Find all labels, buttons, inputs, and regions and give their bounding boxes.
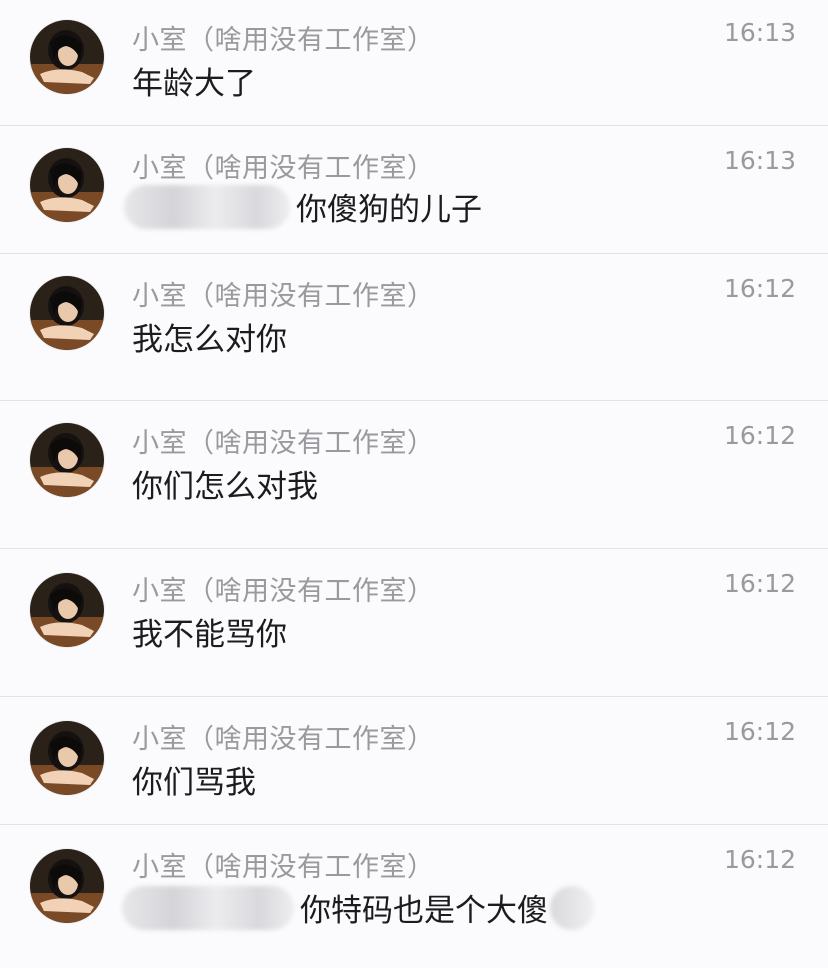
message-text: 你特码也是个大傻 bbox=[122, 885, 594, 930]
message-item[interactable]: 小室（啥用没有工作室） 16:13 你傻狗的儿子 bbox=[0, 126, 828, 254]
sender-name: 小室（啥用没有工作室） bbox=[132, 428, 435, 459]
user-avatar-photo-icon bbox=[30, 423, 104, 497]
message-text: 年龄大了 bbox=[132, 58, 256, 103]
message-body: 你特码也是个大傻 bbox=[300, 893, 548, 929]
sender-name: 小室（啥用没有工作室） bbox=[132, 25, 435, 56]
message-time: 16:13 bbox=[723, 18, 796, 47]
message-time: 16:12 bbox=[723, 274, 796, 303]
message-item[interactable]: 小室（啥用没有工作室） 16:12 我不能骂你 bbox=[0, 549, 828, 697]
sender-name: 小室（啥用没有工作室） bbox=[132, 576, 435, 607]
message-text: 你们怎么对我 bbox=[132, 461, 318, 506]
message-body: 我怎么对你 bbox=[132, 322, 287, 358]
message-body: 年龄大了 bbox=[132, 66, 256, 102]
sender-name: 小室（啥用没有工作室） bbox=[132, 281, 435, 312]
redacted-blur bbox=[122, 885, 294, 930]
message-time: 16:12 bbox=[723, 717, 796, 746]
sender-name: 小室（啥用没有工作室） bbox=[132, 153, 435, 184]
message-item[interactable]: 小室（啥用没有工作室） 16:13 年龄大了 bbox=[0, 0, 828, 126]
message-time: 16:12 bbox=[723, 569, 796, 598]
avatar[interactable] bbox=[30, 721, 104, 795]
avatar[interactable] bbox=[30, 148, 104, 222]
message-body: 你们骂我 bbox=[132, 765, 256, 801]
message-list: 小室（啥用没有工作室） 16:13 年龄大了 小室（啥用没有工作室） 16:13… bbox=[0, 0, 828, 968]
redacted-blur bbox=[550, 885, 594, 930]
message-body: 你傻狗的儿子 bbox=[296, 192, 482, 228]
message-body: 你们怎么对我 bbox=[132, 469, 318, 505]
message-text: 我怎么对你 bbox=[132, 314, 287, 359]
message-time: 16:12 bbox=[723, 421, 796, 450]
message-item[interactable]: 小室（啥用没有工作室） 16:12 我怎么对你 bbox=[0, 254, 828, 401]
avatar[interactable] bbox=[30, 849, 104, 923]
avatar[interactable] bbox=[30, 20, 104, 94]
message-time: 16:13 bbox=[723, 146, 796, 175]
user-avatar-photo-icon bbox=[30, 849, 104, 923]
message-item[interactable]: 小室（啥用没有工作室） 16:12 你们骂我 bbox=[0, 697, 828, 825]
redacted-blur bbox=[124, 184, 290, 229]
sender-name: 小室（啥用没有工作室） bbox=[132, 724, 435, 755]
message-text: 我不能骂你 bbox=[132, 609, 287, 654]
user-avatar-photo-icon bbox=[30, 276, 104, 350]
avatar[interactable] bbox=[30, 423, 104, 497]
message-item[interactable]: 小室（啥用没有工作室） 16:12 你们怎么对我 bbox=[0, 401, 828, 549]
user-avatar-photo-icon bbox=[30, 20, 104, 94]
user-avatar-photo-icon bbox=[30, 148, 104, 222]
message-text: 你傻狗的儿子 bbox=[124, 184, 482, 229]
message-body: 我不能骂你 bbox=[132, 617, 287, 653]
user-avatar-photo-icon bbox=[30, 573, 104, 647]
sender-name: 小室（啥用没有工作室） bbox=[132, 852, 435, 883]
message-text: 你们骂我 bbox=[132, 757, 256, 802]
message-time: 16:12 bbox=[723, 845, 796, 874]
avatar[interactable] bbox=[30, 573, 104, 647]
user-avatar-photo-icon bbox=[30, 721, 104, 795]
avatar[interactable] bbox=[30, 276, 104, 350]
message-item[interactable]: 小室（啥用没有工作室） 16:12 你特码也是个大傻 bbox=[0, 825, 828, 968]
